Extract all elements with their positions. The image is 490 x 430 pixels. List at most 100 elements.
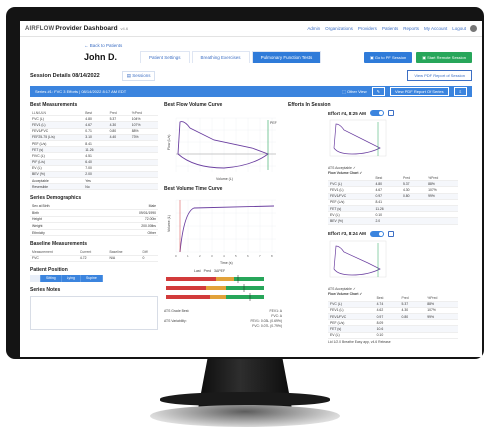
ats-variability: ATS Variability: FEV1: 0.03L (0.69%) [164,319,282,323]
nav-logout[interactable]: Logout [452,26,466,31]
table-cell [400,217,427,225]
table-cell: 4.72 [77,255,108,262]
series-bar: Series #1: FVC 3 Efforts | 08/14/2022 8:… [30,86,472,97]
flow-peak-label: PEF [270,121,277,125]
demographic-value: Male [148,204,156,209]
effort-4-copy-icon[interactable] [387,110,394,116]
table-row: EV (L) 0.10 [328,332,458,339]
view-session-pdf-button[interactable]: View PDF Report of Session [407,70,472,81]
demographics-list: Sex at Birth Male Birth 09/01/1990 Height 72.… [30,203,158,237]
position-tab-lying[interactable]: Lying [61,274,81,282]
demographic-label: Birth [32,210,39,215]
table-cell [425,332,458,339]
svg-text:4: 4 [223,254,225,258]
effort-4-table: Best Pred %Pred FVC (L) 4.80 5.37 88% FEV1 (L) 4… [328,175,458,225]
user-avatar-icon[interactable] [470,25,477,32]
tab-pulmonary-function-tests[interactable]: Pulmonary Function Tests [251,51,322,63]
table-row: Reversible No [30,183,158,191]
nav-organizations[interactable]: Organizations [325,26,353,31]
start-remote-session-button[interactable]: ▣ Start Remote Session [416,51,472,63]
flow-xlabel: Volume (L) [216,177,233,181]
effort-3-header: Effort #3, 8:24 AM [328,230,464,237]
svg-text:1: 1 [187,254,189,258]
series-notes-input[interactable] [30,295,158,330]
edit-icon[interactable]: ✎ [371,87,386,96]
table-row: BEV (%) 2.0 [328,217,458,225]
efforts-title: Efforts In Session [288,102,331,108]
series-demographics-title: Series Demographics [30,195,82,202]
demographic-value: 09/01/1990 [139,210,156,215]
ats-grade-best: ATS Grade Best: FEV1: A [164,309,282,313]
other-view-button[interactable]: ⬚ Other View [342,89,367,94]
flow-ylabel: Flow (L/s) [167,135,171,150]
quality-bar-amber-2 [206,286,226,290]
position-tab-supine[interactable]: Supine [80,274,103,282]
effort-3-copy-icon[interactable] [387,230,394,237]
app-version: v4.6 [120,26,129,31]
app-title: Provider Dashboard [55,25,118,32]
position-tab-sitting[interactable]: Sitting [41,274,62,282]
volume-ylabel: Volume (L) [167,215,171,232]
quality-bar-green-2 [226,286,264,290]
effort-4-chart [329,119,387,157]
volume-xlabel: Time (s) [220,261,233,265]
table-cell: 0.10 [374,332,400,339]
nav-admin[interactable]: Admin [307,26,320,31]
patient-name: John D. [84,52,117,62]
list-item: Sex at Birth Male [30,203,158,211]
effort-3-accept: ATS Acceptable ✓ [328,286,356,291]
series-notes-title: Series Notes [30,286,61,293]
demographic-value: Other [147,230,156,235]
best-measurements-table: LLN/ULN Best Pred %Pred FVC (L) 4.80 5.37 104%… [30,110,158,191]
list-item: Birth 09/01/1990 [30,210,158,217]
svg-text:2: 2 [199,254,201,258]
position-tab-blank[interactable] [30,274,41,282]
svg-text:7: 7 [259,254,261,258]
go-to-session-button[interactable]: ▣ Go to PF Session [363,51,413,63]
monitor-bezel: AIRFLOW Provider Dashboard v4.6 Admin Or… [6,7,484,359]
list-item: Weight 200.00lbs [30,223,158,230]
quality-bar-amber-1 [216,277,234,281]
quality-bar-green-3 [226,295,264,299]
svg-text:6: 6 [247,254,249,258]
logo: AIRFLOW [25,25,55,32]
top-bar: AIRFLOW Provider Dashboard v4.6 Admin Or… [20,21,482,37]
product-photo: AIRFLOW Provider Dashboard v4.6 Admin Or… [0,0,490,430]
effort-3-toggle[interactable] [369,230,384,237]
table-cell: N/A [107,255,141,262]
quality-bar-red-3 [166,295,210,299]
table-cell [426,217,458,225]
nav-my-account[interactable]: My Account [424,26,447,31]
view-series-pdf-button[interactable]: View PDF Report Of Series [390,87,449,96]
tab-patient-settings[interactable]: Patient Settings [140,51,190,63]
back-to-patients-link[interactable]: ← Back to Patients [84,43,472,48]
best-volume-title: Best Volume Time Curve [164,186,223,192]
quality-bar-red-2 [166,286,206,290]
table-cell: 2.0 [373,217,401,225]
nav-reports[interactable]: Reports [403,26,419,31]
nav-patients[interactable]: Patients [382,26,398,31]
left-column: Best Measurements LLN/ULN Best Pred %Pred F… [30,102,158,344]
quality-bar-green-1 [234,277,264,281]
effort-3-table: Best Pred %Pred FVC (L) 4.74 5.37 88% FEV1 (L) 4… [328,295,458,339]
tab-breathing-exercises[interactable]: Breathing Exercises [191,51,250,63]
effort-3-chart [329,240,387,277]
nav-providers[interactable]: Providers [358,26,377,31]
series-label: Series #1: FVC 3 Efforts | 08/14/2022 8:… [35,89,127,94]
sessions-select[interactable]: ▤ Sessions [121,70,156,81]
session-title: Session Details 08/14/2022 [30,72,100,79]
svg-text:5: 5 [235,254,237,258]
patient-position-title: Patient Position [30,266,68,273]
demographic-label: Sex at Birth [32,204,50,209]
baseline-table: Measurement Current Baseline Diff FVC 4.72 N/… [30,249,158,262]
ats-variability-fvc: FVC: 0.07L (0.79%) [252,324,282,328]
effort-footnote: Lid 1/2.0 Breathe Easy app, v4.6 Release [328,339,391,344]
baseline-title: Baseline Measurements [30,241,87,248]
effort-4-label: Effort #4, 8:25 AM [328,110,366,116]
right-column: Efforts In Session Effort #4, 8:25 AM AT… [288,102,464,344]
effort-4-toggle[interactable] [369,110,384,116]
export-icon[interactable]: ⇩ [453,87,467,96]
table-cell [107,183,130,191]
svg-text:8: 8 [271,254,273,258]
quality-bar-amber-3 [210,295,226,299]
